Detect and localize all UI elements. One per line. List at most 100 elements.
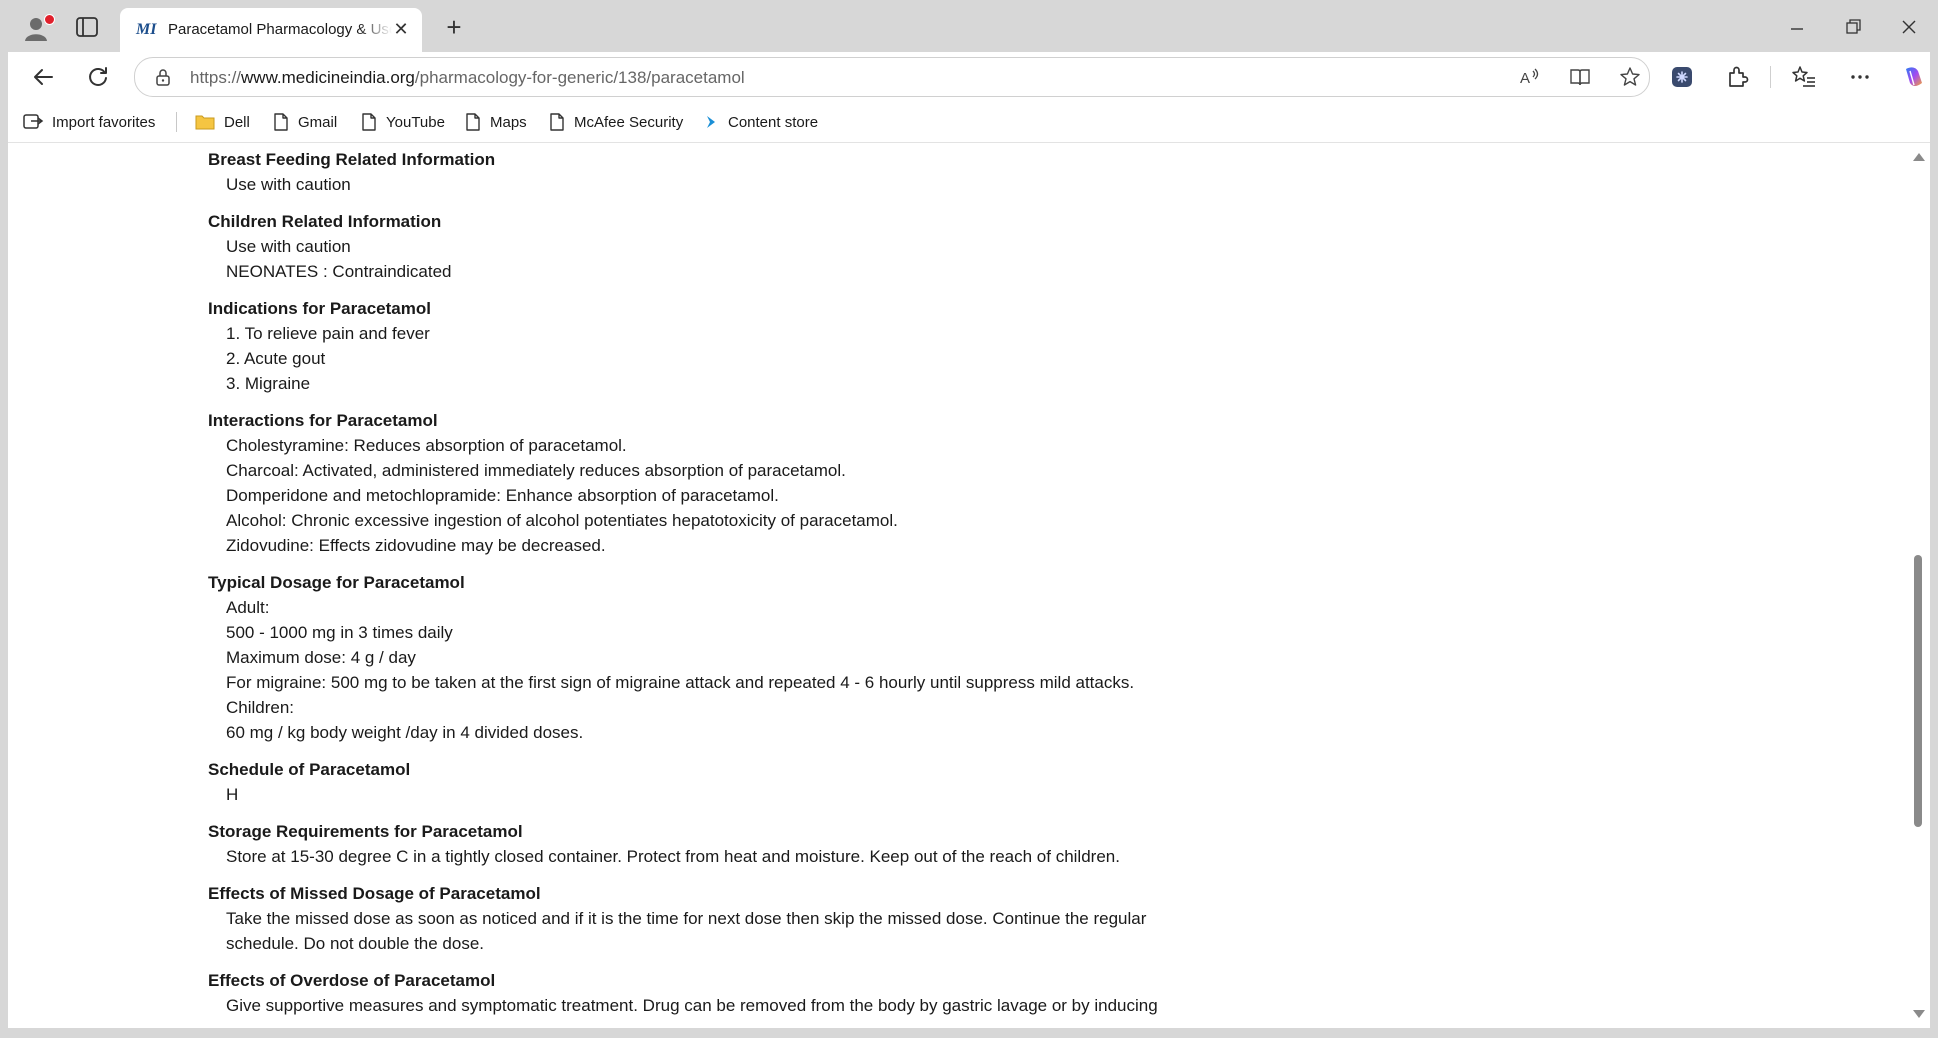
section-schedule: Schedule of Paracetamol H [208, 757, 1208, 807]
scroll-up-arrow-icon[interactable] [1913, 153, 1925, 161]
section-interactions: Interactions for Paracetamol Cholestyram… [208, 408, 1208, 558]
section-line: Take the missed dose as soon as noticed … [226, 909, 1147, 928]
favorite-star-icon[interactable] [1619, 66, 1641, 88]
refresh-button[interactable] [83, 62, 113, 92]
section-heading: Schedule of Paracetamol [208, 760, 411, 779]
site-favicon-icon: MI [136, 21, 157, 38]
section-heading: Storage Requirements for Paracetamol [208, 822, 523, 841]
folder-icon [195, 115, 215, 130]
section-line: Alcohol: Chronic excessive ingestion of … [226, 511, 898, 530]
favorite-maps[interactable]: Maps [464, 111, 527, 133]
new-tab-button[interactable]: + [440, 14, 468, 42]
toolbar-divider [1770, 66, 1771, 88]
section-line: 2. Acute gout [226, 349, 326, 368]
content-store-icon [707, 116, 715, 128]
section-line: For migraine: 500 mg to be taken at the … [226, 673, 1135, 692]
section-line: Use with caution [226, 175, 351, 194]
section-line: Store at 15-30 degree C in a tightly clo… [226, 847, 1120, 866]
refresh-icon [89, 67, 107, 86]
extension-puzzle-app-icon[interactable] [1668, 63, 1696, 91]
url-text[interactable]: https://www.medicineindia.org/pharmacolo… [190, 68, 745, 88]
address-bar[interactable]: https://www.medicineindia.org/pharmacolo… [134, 57, 1650, 97]
window-frame-left [0, 0, 8, 1038]
close-window-button[interactable] [1886, 10, 1932, 44]
url-path: /pharmacology-for-generic/138/paracetamo… [414, 68, 745, 87]
favorite-gmail[interactable]: Gmail [272, 111, 337, 133]
minimize-icon [1791, 28, 1803, 30]
section-heading: Interactions for Paracetamol [208, 411, 438, 430]
favorite-label: YouTube [386, 113, 445, 131]
favorite-mcafee-security[interactable]: McAfee Security [548, 111, 683, 133]
scroll-down-arrow-icon[interactable] [1913, 1010, 1925, 1018]
more-options-icon[interactable] [1846, 63, 1874, 91]
favorite-import-favorites[interactable]: Import favorites [22, 111, 155, 133]
section-line: Use with caution [226, 237, 351, 256]
scrollbar-thumb[interactable] [1914, 555, 1922, 827]
page-content: Breast Feeding Related Information Use w… [14, 143, 1912, 1028]
immersive-reader-icon[interactable] [1569, 66, 1591, 88]
favorite-youtube[interactable]: YouTube [360, 111, 445, 133]
section-heading: Indications for Paracetamol [208, 299, 431, 318]
section-line: 3. Migraine [226, 374, 311, 393]
favorite-dell[interactable]: Dell [194, 111, 250, 133]
favorites-separator [176, 112, 177, 132]
favorites-bar: Import favorites Dell Gmail YouTube Maps… [8, 102, 1930, 143]
navigation-bar: https://www.medicineindia.org/pharmacolo… [8, 52, 1930, 102]
section-heading: Breast Feeding Related Information [208, 150, 496, 169]
page-icon [362, 113, 376, 131]
tab-close-button[interactable]: ✕ [390, 18, 412, 40]
section-storage: Storage Requirements for Paracetamol Sto… [208, 819, 1208, 869]
section-line: H [226, 785, 239, 804]
import-favorites-icon [23, 114, 44, 129]
page-icon [274, 113, 288, 131]
section-children: Children Related Information Use with ca… [208, 209, 1208, 284]
restore-icon [1846, 19, 1861, 34]
back-button[interactable] [28, 62, 58, 92]
favorites-list-icon[interactable] [1790, 63, 1818, 91]
lock-icon[interactable] [153, 67, 173, 87]
favorite-label: Import favorites [52, 113, 156, 131]
profile-button[interactable] [24, 14, 55, 42]
section-line: Domperidone and metochlopramide: Enhance… [226, 486, 779, 505]
window-frame-bottom [0, 1028, 1938, 1038]
section-line: 1. To relieve pain and fever [226, 324, 430, 343]
section-heading: Typical Dosage for Paracetamol [208, 573, 465, 592]
tab-actions-button[interactable] [74, 14, 100, 40]
section-overdose: Effects of Overdose of Paracetamol Give … [208, 968, 1208, 1018]
section-line: 500 - 1000 mg in 3 times daily [226, 623, 453, 642]
url-host: www.medicineindia.org [241, 68, 415, 87]
favorite-label: Gmail [298, 113, 338, 131]
section-line: Adult: [226, 598, 270, 617]
section-line: Give supportive measures and symptomatic… [226, 996, 1158, 1015]
section-line: Charcoal: Activated, administered immedi… [226, 461, 846, 480]
extensions-icon[interactable] [1724, 63, 1752, 91]
favorite-label: Dell [224, 113, 250, 131]
read-aloud-icon[interactable]: A [1519, 66, 1541, 88]
minimize-button[interactable] [1774, 10, 1820, 44]
url-scheme: https:// [190, 68, 242, 87]
restore-button[interactable] [1830, 10, 1876, 44]
favorite-label: Maps [490, 113, 527, 131]
pharmacology-article: Breast Feeding Related Information Use w… [208, 143, 1208, 1028]
copilot-icon[interactable] [1900, 63, 1928, 91]
tab-active[interactable]: MI Paracetamol Pharmacology & Uses ✕ [120, 8, 422, 52]
section-heading: Effects of Missed Dosage of Paracetamol [208, 884, 541, 903]
tab-actions-icon [76, 17, 98, 37]
tab-title: Paracetamol Pharmacology & Uses [168, 21, 392, 38]
section-line: 60 mg / kg body weight /day in 4 divided… [226, 723, 584, 742]
back-arrow-icon [34, 69, 53, 85]
page-icon [466, 113, 480, 131]
section-heading: Children Related Information [208, 212, 442, 231]
notification-dot [44, 14, 55, 25]
svg-text:A: A [1520, 70, 1530, 87]
favorite-content-store[interactable]: Content store [702, 111, 818, 133]
vertical-scrollbar[interactable] [1906, 143, 1930, 1028]
close-icon [1902, 20, 1916, 34]
tab-strip: MI Paracetamol Pharmacology & Uses ✕ + [8, 0, 1930, 52]
section-line: NEONATES : Contraindicated [226, 262, 452, 281]
section-line: Zidovudine: Effects zidovudine may be de… [226, 536, 606, 555]
section-line: Cholestyramine: Reduces absorption of pa… [226, 436, 627, 455]
page-icon [550, 113, 564, 131]
section-line: schedule. Do not double the dose. [226, 934, 485, 953]
favorite-label: McAfee Security [574, 113, 684, 131]
